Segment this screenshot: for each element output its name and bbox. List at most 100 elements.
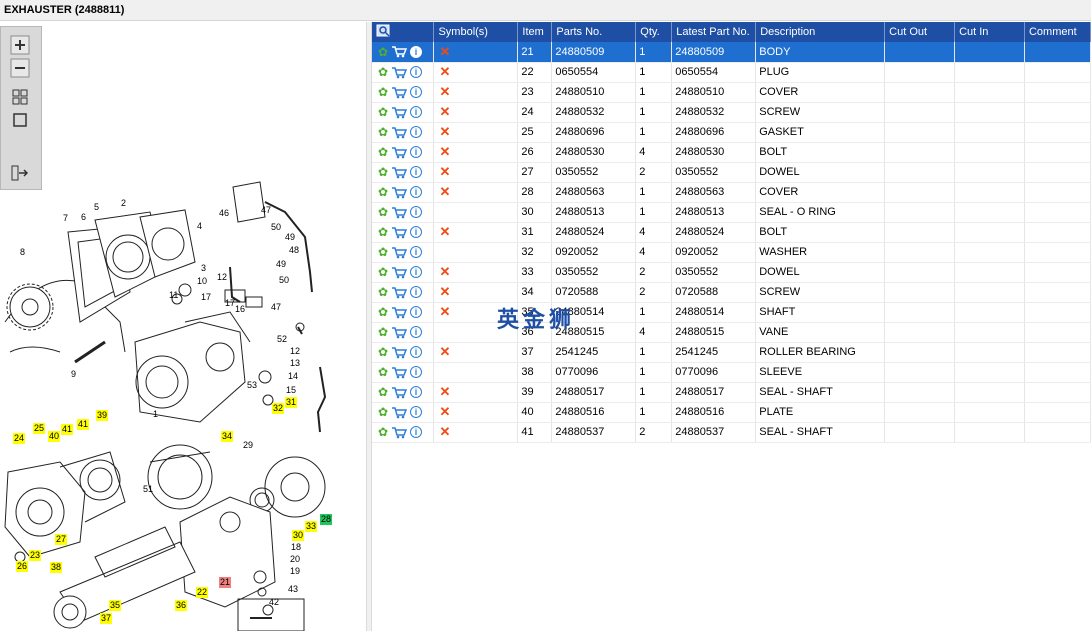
gear-icon[interactable]: ✿ (378, 246, 388, 258)
cart-icon[interactable] (391, 326, 408, 339)
table-row[interactable]: ✿ i 36 24880515 4 24880515 VANE (372, 322, 1091, 343)
fit-all-icon[interactable] (10, 87, 30, 107)
table-row[interactable]: ✿ i ✕ 39 24880517 1 24880517 SEAL - SHAFT (372, 382, 1091, 403)
callout-label[interactable]: 49 (275, 259, 287, 270)
cart-icon[interactable] (391, 106, 408, 119)
callout-label[interactable]: 19 (289, 566, 301, 577)
callout-label[interactable]: 48 (288, 245, 300, 256)
gear-icon[interactable]: ✿ (378, 366, 388, 378)
cart-icon[interactable] (391, 186, 408, 199)
gear-icon[interactable]: ✿ (378, 186, 388, 198)
cart-icon[interactable] (391, 126, 408, 139)
info-icon[interactable]: i (410, 166, 423, 178)
info-icon[interactable]: i (410, 206, 423, 218)
info-icon[interactable]: i (410, 106, 423, 118)
col-cut-out[interactable]: Cut Out (884, 22, 956, 42)
gear-icon[interactable]: ✿ (378, 46, 388, 58)
cart-icon[interactable] (391, 66, 408, 79)
callout-label[interactable]: 41 (61, 424, 74, 435)
callout-label[interactable]: 30 (292, 530, 305, 541)
callout-label[interactable]: 3 (200, 263, 207, 274)
callout-label[interactable]: 24 (13, 433, 26, 444)
callout-label[interactable]: 7 (62, 213, 69, 224)
cart-icon[interactable] (391, 306, 408, 319)
callout-label[interactable]: 21 (219, 577, 232, 588)
info-icon[interactable]: i (410, 366, 423, 378)
info-icon[interactable]: i (410, 266, 423, 278)
info-icon[interactable]: i (410, 246, 423, 258)
callout-label[interactable]: 42 (268, 597, 280, 608)
col-qty[interactable]: Qty. (635, 22, 673, 42)
gear-icon[interactable]: ✿ (378, 286, 388, 298)
callout-label[interactable]: 37 (100, 613, 113, 624)
callout-label[interactable]: 18 (290, 542, 302, 553)
table-row[interactable]: ✿ i ✕ 23 24880510 1 24880510 COVER (372, 82, 1091, 103)
cart-icon[interactable] (391, 286, 408, 299)
cart-icon[interactable] (391, 386, 408, 399)
callout-label[interactable]: 39 (96, 410, 109, 421)
gear-icon[interactable]: ✿ (378, 226, 388, 238)
callout-label[interactable]: 27 (55, 534, 68, 545)
cart-icon[interactable] (391, 366, 408, 379)
table-row[interactable]: ✿ i ✕ 33 0350552 2 0350552 DOWEL (372, 262, 1091, 283)
info-icon[interactable]: i (410, 146, 423, 158)
callout-label[interactable]: 53 (246, 380, 258, 391)
info-icon[interactable]: i (410, 426, 423, 438)
callout-label[interactable]: 16 (234, 304, 246, 315)
callout-label[interactable]: 40 (48, 431, 61, 442)
callout-label[interactable]: 2 (120, 198, 127, 209)
callout-label[interactable]: 23 (29, 550, 42, 561)
gear-icon[interactable]: ✿ (378, 346, 388, 358)
callout-label[interactable]: 8 (19, 247, 26, 258)
zoom-in-icon[interactable] (10, 35, 30, 55)
gear-icon[interactable]: ✿ (378, 306, 388, 318)
cart-icon[interactable] (391, 226, 408, 239)
callout-label[interactable]: 32 (272, 403, 285, 414)
callout-label[interactable]: 47 (260, 205, 272, 216)
table-row[interactable]: ✿ i 32 0920052 4 0920052 WASHER (372, 242, 1091, 263)
cart-icon[interactable] (391, 146, 408, 159)
cart-icon[interactable] (391, 166, 408, 179)
zoom-out-icon[interactable] (10, 58, 30, 78)
callout-label[interactable]: 12 (216, 272, 228, 283)
table-row[interactable]: ✿ i ✕ 40 24880516 1 24880516 PLATE (372, 402, 1091, 423)
info-icon[interactable]: i (410, 226, 423, 238)
callout-label[interactable]: 1 (152, 409, 159, 420)
callout-label[interactable]: 36 (175, 600, 188, 611)
info-icon[interactable]: i (410, 86, 423, 98)
callout-label[interactable]: 34 (221, 431, 234, 442)
table-row[interactable]: ✿ i 30 24880513 1 24880513 SEAL - O RING (372, 202, 1091, 223)
gear-icon[interactable]: ✿ (378, 106, 388, 118)
callout-label[interactable]: 10 (196, 276, 208, 287)
callout-label[interactable]: 35 (109, 600, 122, 611)
table-row[interactable]: ✿ i ✕ 27 0350552 2 0350552 DOWEL (372, 162, 1091, 183)
callout-label[interactable]: 25 (33, 423, 46, 434)
callout-label[interactable]: 12 (289, 346, 301, 357)
callout-label[interactable]: 22 (196, 587, 209, 598)
table-row[interactable]: ✿ i ✕ 34 0720588 2 0720588 SCREW (372, 282, 1091, 303)
callout-label[interactable]: 46 (218, 208, 230, 219)
info-icon[interactable]: i (410, 386, 423, 398)
callout-label[interactable]: 47 (270, 302, 282, 313)
col-search[interactable] (372, 22, 435, 42)
cart-icon[interactable] (391, 86, 408, 99)
gear-icon[interactable]: ✿ (378, 146, 388, 158)
callout-label[interactable]: 31 (285, 397, 298, 408)
table-row[interactable]: ✿ i 38 0770096 1 0770096 SLEEVE (372, 362, 1091, 383)
callout-label[interactable]: 14 (287, 371, 299, 382)
callout-label[interactable]: 26 (16, 561, 29, 572)
cart-icon[interactable] (391, 266, 408, 279)
callout-label[interactable]: 28 (320, 514, 333, 525)
col-cut-in[interactable]: Cut In (954, 22, 1025, 42)
callout-label[interactable]: 9 (70, 369, 77, 380)
callout-label[interactable]: 20 (289, 554, 301, 565)
callout-label[interactable]: 50 (278, 275, 290, 286)
gear-icon[interactable]: ✿ (378, 66, 388, 78)
cart-icon[interactable] (391, 206, 408, 219)
cart-icon[interactable] (391, 406, 408, 419)
table-row[interactable]: ✿ i ✕ 37 2541245 1 2541245 ROLLER BEARING (372, 342, 1091, 363)
cart-icon[interactable] (391, 426, 408, 439)
col-comment[interactable]: Comment (1024, 22, 1091, 42)
callout-label[interactable]: 15 (285, 385, 297, 396)
col-item[interactable]: Item (517, 22, 553, 42)
